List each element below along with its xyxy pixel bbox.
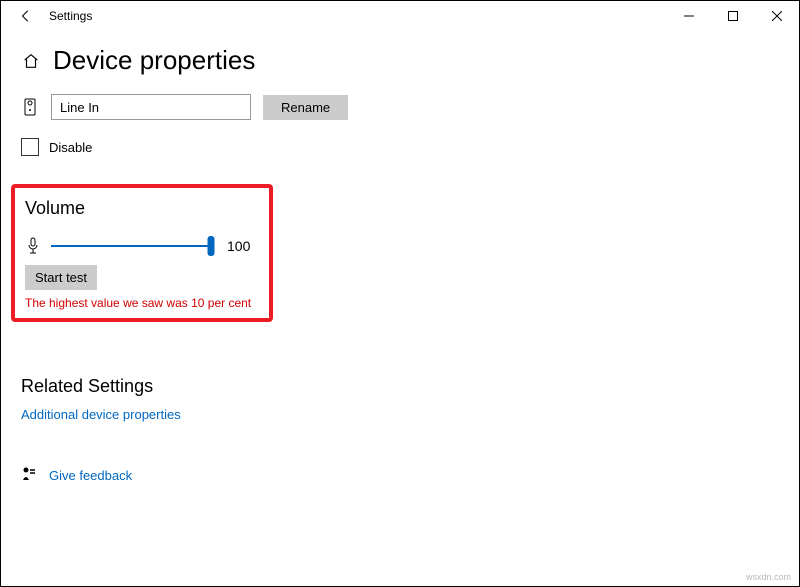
start-test-button[interactable]: Start test — [25, 265, 97, 290]
close-button[interactable] — [755, 1, 799, 31]
test-result-text: The highest value we saw was 10 per cent — [25, 296, 259, 310]
device-name-input[interactable] — [51, 94, 251, 120]
microphone-icon — [25, 237, 41, 255]
device-icon — [21, 98, 39, 116]
home-icon[interactable] — [21, 51, 41, 71]
page-header: Device properties — [1, 31, 799, 90]
app-name: Settings — [49, 9, 92, 23]
window-controls — [667, 1, 799, 31]
disable-label: Disable — [49, 140, 92, 155]
slider-rail — [51, 245, 211, 247]
page-title: Device properties — [53, 45, 255, 76]
device-name-row: Rename — [21, 94, 779, 120]
titlebar: Settings — [1, 1, 799, 31]
back-button[interactable] — [11, 1, 41, 31]
slider-thumb[interactable] — [208, 236, 215, 256]
related-settings-title: Related Settings — [21, 376, 779, 397]
volume-value: 100 — [227, 238, 250, 254]
maximize-button[interactable] — [711, 1, 755, 31]
disable-row: Disable — [21, 138, 779, 156]
rename-button[interactable]: Rename — [263, 95, 348, 120]
related-settings-section: Related Settings Additional device prope… — [21, 376, 779, 422]
additional-device-properties-link[interactable]: Additional device properties — [21, 407, 181, 422]
watermark: wsxdn.com — [746, 572, 791, 582]
volume-slider[interactable] — [51, 238, 211, 254]
feedback-row: Give feedback — [21, 466, 779, 485]
disable-checkbox[interactable] — [21, 138, 39, 156]
volume-section-highlight: Volume 100 Start test The highest value … — [11, 184, 273, 322]
minimize-button[interactable] — [667, 1, 711, 31]
feedback-icon — [21, 466, 37, 485]
volume-row: 100 — [25, 237, 259, 255]
volume-section-title: Volume — [25, 198, 259, 219]
give-feedback-link[interactable]: Give feedback — [49, 468, 132, 483]
